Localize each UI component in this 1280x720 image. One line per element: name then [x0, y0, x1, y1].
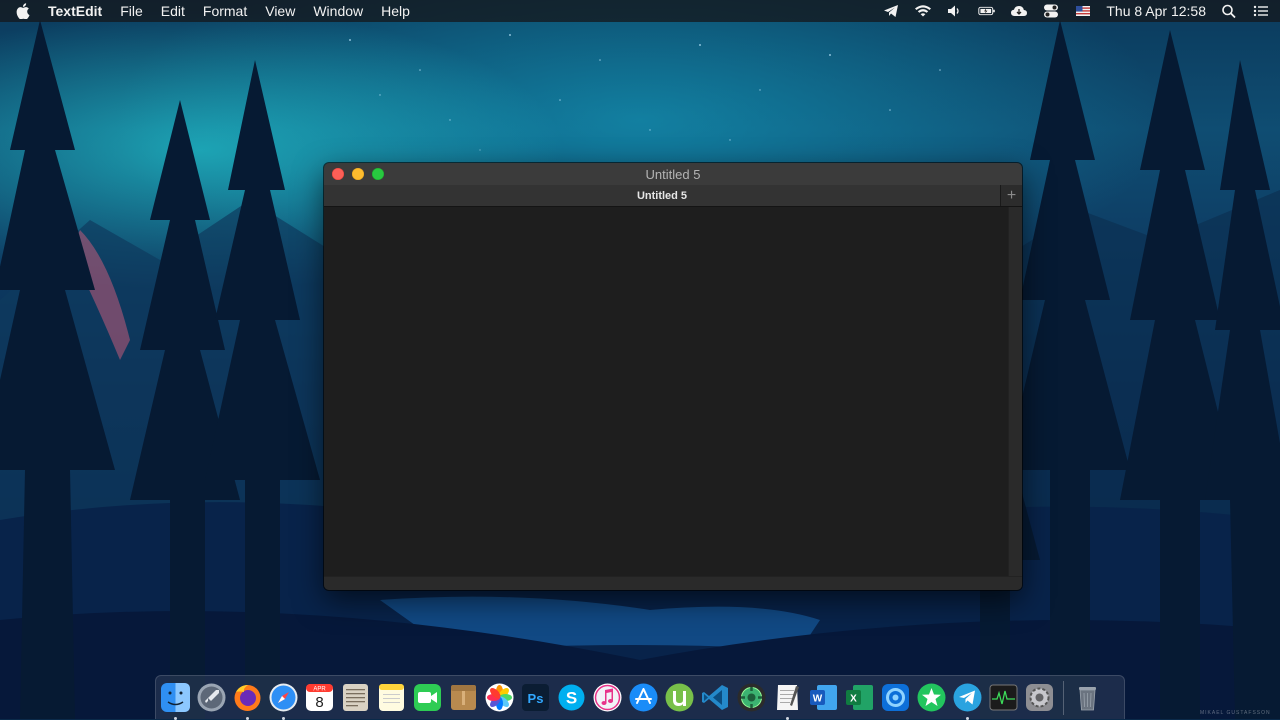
- wifi-icon[interactable]: [914, 3, 932, 19]
- minimize-button[interactable]: [352, 168, 364, 180]
- menu-bar: TextEdit File Edit Format View Window He…: [0, 0, 1280, 22]
- tab-label: Untitled 5: [636, 189, 688, 202]
- apple-icon[interactable]: [16, 3, 30, 20]
- photoshop-label: Ps: [528, 691, 544, 706]
- calendar-month: APR: [313, 687, 326, 693]
- dock-itunes[interactable]: [592, 682, 623, 713]
- browser-swirl-icon: [882, 684, 909, 711]
- dock-safari[interactable]: [268, 682, 299, 720]
- note-icon: [379, 684, 404, 711]
- volume-icon[interactable]: [946, 3, 964, 19]
- search-icon[interactable]: [1220, 3, 1238, 19]
- menu-help[interactable]: Help: [372, 0, 419, 22]
- battery-icon[interactable]: [978, 3, 996, 19]
- photos-flower-icon: [485, 683, 514, 712]
- dock-photos[interactable]: [484, 682, 515, 713]
- video-camera-icon: [414, 684, 441, 711]
- excel-label: X: [850, 694, 857, 705]
- dock-app-store[interactable]: [628, 682, 659, 713]
- dock-facetime[interactable]: [412, 682, 443, 713]
- menu-file[interactable]: File: [111, 0, 152, 22]
- menu-window[interactable]: Window: [304, 0, 372, 22]
- menu-format[interactable]: Format: [194, 0, 256, 22]
- calendar-icon: APR8: [306, 684, 333, 711]
- dock-trash[interactable]: [1072, 682, 1103, 713]
- dock-notes[interactable]: [376, 682, 407, 713]
- dock-archive[interactable]: [448, 682, 479, 713]
- wallpaper-credit: MIKAEL GUSTAFSSON: [1200, 710, 1271, 716]
- star-icon: [917, 683, 946, 712]
- dock-vscode[interactable]: [700, 682, 731, 713]
- vscode-icon: [702, 685, 728, 710]
- dock-word[interactable]: W: [808, 682, 839, 713]
- app-store-icon: [629, 683, 658, 712]
- photoshop-icon: Ps: [522, 684, 549, 711]
- word-label: W: [813, 694, 823, 705]
- traffic-lights: [332, 168, 384, 180]
- notes-list-icon: [343, 684, 368, 711]
- skype-icon: S: [558, 684, 585, 711]
- trash-icon: [1079, 687, 1096, 711]
- gear-app-icon: [737, 683, 766, 712]
- dock-notes-list[interactable]: [340, 682, 371, 713]
- telegram-icon[interactable]: [882, 3, 900, 19]
- dock-edge-app[interactable]: [880, 682, 911, 713]
- dock-gear-app[interactable]: [736, 682, 767, 713]
- activity-monitor-icon: [989, 684, 1018, 711]
- flag-icon[interactable]: [1074, 3, 1092, 19]
- dock-separator: [1063, 680, 1064, 715]
- menu-app-name[interactable]: TextEdit: [39, 0, 111, 22]
- skype-label: S: [566, 689, 577, 708]
- toggle-icon[interactable]: [1042, 3, 1060, 19]
- excel-icon: X: [846, 685, 873, 710]
- finder-icon: [161, 683, 190, 712]
- dock-launchpad[interactable]: [196, 682, 227, 713]
- word-icon: W: [810, 685, 837, 710]
- gear-icon: [1026, 684, 1053, 711]
- dock-firefox[interactable]: [232, 682, 263, 720]
- dock: APR 8 Ps S W X: [155, 675, 1125, 720]
- close-button[interactable]: [332, 168, 344, 180]
- menu-view[interactable]: View: [256, 0, 304, 22]
- tab-bar: Untitled 5 +: [324, 185, 1022, 207]
- textedit-window: Untitled 5 Untitled 5 +: [324, 163, 1022, 590]
- tab-untitled-5[interactable]: Untitled 5: [324, 185, 1000, 206]
- archive-box-icon: [451, 685, 476, 710]
- dock-calendar[interactable]: APR 8: [304, 682, 335, 713]
- dock-activity-monitor[interactable]: [988, 682, 1019, 713]
- compass-icon: [269, 683, 298, 712]
- paper-plane-icon: [953, 683, 982, 712]
- music-note-icon: [593, 683, 622, 712]
- rocket-icon: [197, 683, 226, 712]
- menubar-clock[interactable]: Thu 8 Apr 12:58: [1106, 3, 1206, 19]
- calendar-day: 8: [315, 694, 323, 711]
- firefox-icon: [234, 685, 261, 711]
- dock-skype[interactable]: S: [556, 682, 587, 713]
- dock-telegram[interactable]: [952, 682, 983, 720]
- dock-excel[interactable]: X: [844, 682, 875, 713]
- document-editor[interactable]: [324, 207, 1008, 576]
- dock-utorrent[interactable]: [664, 682, 695, 713]
- dock-finder[interactable]: [160, 682, 191, 720]
- menu-edit[interactable]: Edit: [152, 0, 194, 22]
- new-tab-button[interactable]: +: [1000, 185, 1022, 206]
- textedit-icon: [777, 685, 799, 710]
- dock-photoshop[interactable]: Ps: [520, 682, 551, 713]
- zoom-button[interactable]: [372, 168, 384, 180]
- dock-textedit[interactable]: [772, 682, 803, 720]
- list-icon[interactable]: [1252, 3, 1270, 19]
- window-titlebar[interactable]: Untitled 5: [324, 163, 1022, 186]
- dock-system-preferences[interactable]: [1024, 682, 1055, 713]
- dock-star-app[interactable]: [916, 682, 947, 713]
- horizontal-scrollbar[interactable]: [324, 576, 1022, 590]
- vertical-scrollbar[interactable]: [1008, 207, 1022, 576]
- cloud-icon[interactable]: [1010, 3, 1028, 19]
- utorrent-icon: [665, 683, 694, 712]
- plus-icon: +: [1006, 186, 1017, 204]
- window-title: Untitled 5: [645, 166, 701, 182]
